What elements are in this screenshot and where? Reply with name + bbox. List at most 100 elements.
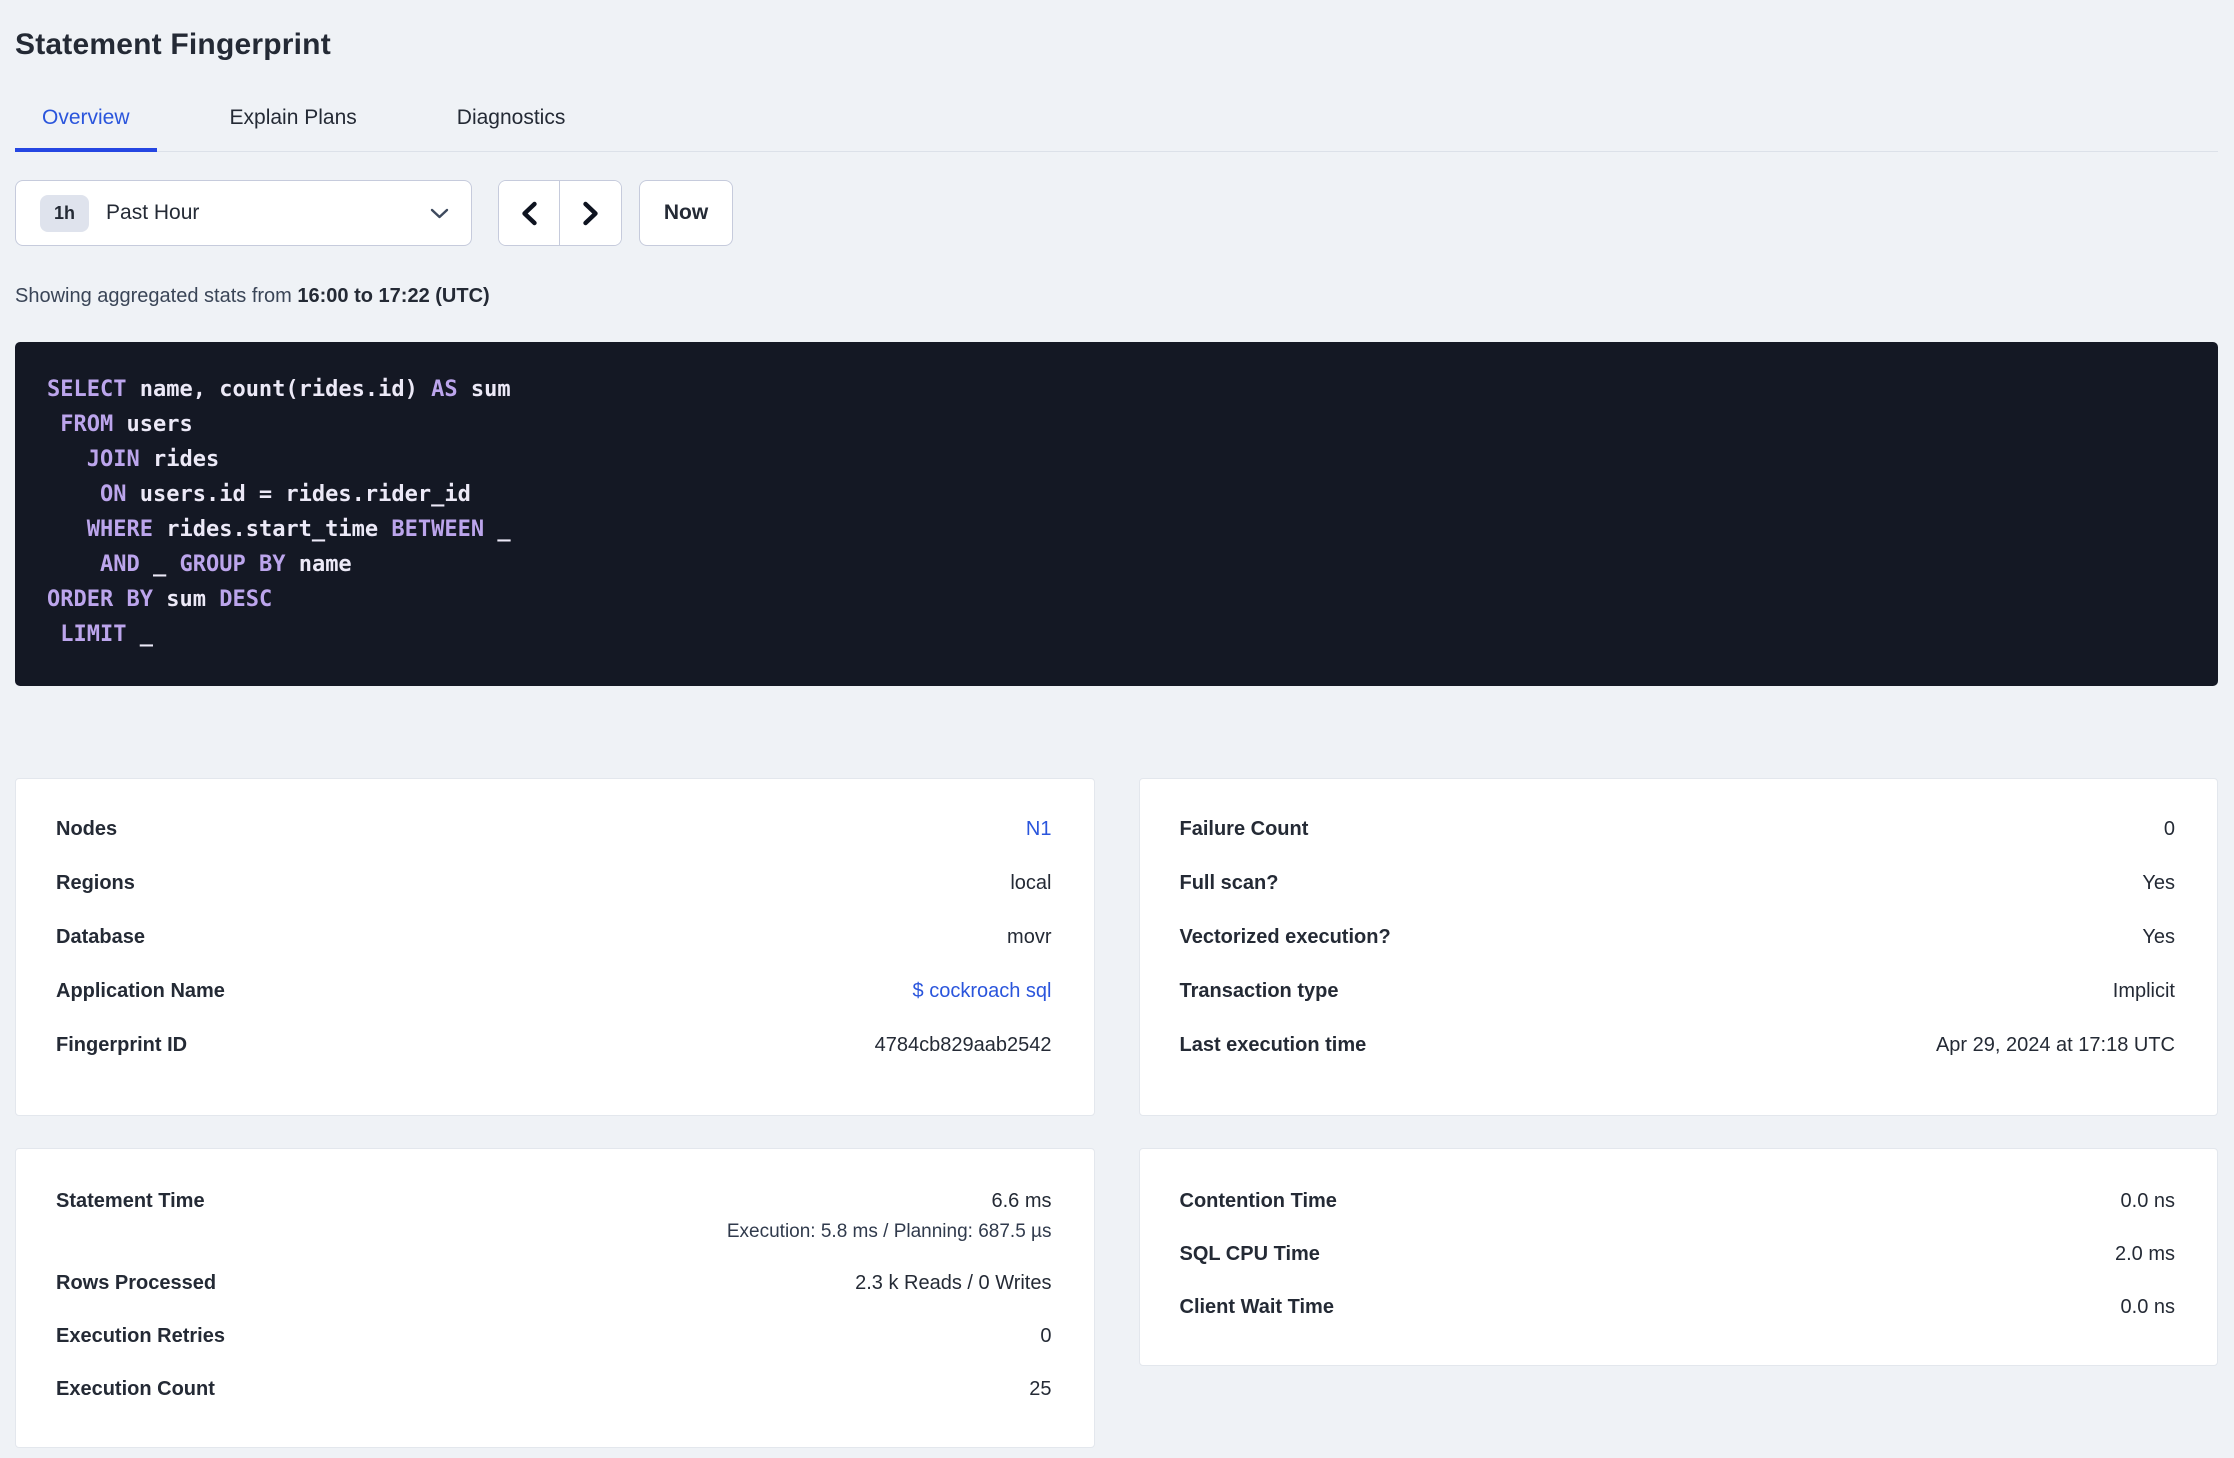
sql-text: _ [139, 552, 180, 577]
statement-details-card: Nodes N1 Regions local Database movr Applicati… [15, 778, 1095, 1116]
tab-bar: Overview Explain Plans Diagnostics [15, 106, 2218, 152]
regions-value-group: local [1010, 873, 1051, 894]
stat-row-failure-count: Failure Count 0 [1180, 819, 2176, 840]
statement-time-label: Statement Time [56, 1190, 205, 1212]
statement-timing-card: Statement Time 6.6 ms Execution: 5.8 ms / … [15, 1148, 1095, 1448]
contention-time-value-group: 0.0 ns [2121, 1191, 2175, 1212]
rows-processed-value-group: 2.3 k Reads / 0 Writes [855, 1273, 1051, 1294]
page-title: Statement Fingerprint [15, 28, 331, 61]
sql-line: LIMIT _ [47, 617, 2186, 652]
sql-keyword: GROUP BY [179, 552, 286, 577]
sql-line: JOIN rides [47, 442, 2186, 477]
client-wait-time-value-group: 0.0 ns [2121, 1297, 2175, 1318]
previous-range-button[interactable] [499, 181, 560, 245]
sql-line: SELECT name, count(rides.id) AS sum [47, 372, 2186, 407]
sql-line: ORDER BY sum DESC [47, 582, 2186, 617]
vectorized-execution-label: Vectorized execution? [1179, 926, 1391, 948]
now-button[interactable]: Now [639, 180, 733, 246]
sql-keyword: JOIN [86, 447, 140, 472]
transaction-type-label: Transaction type [1179, 980, 1339, 1002]
sql-cpu-time-value: 2.0 ms [2114, 1243, 2175, 1265]
execution-count-value: 25 [1029, 1378, 1052, 1400]
sql-keyword: ON [99, 482, 127, 507]
statement-fingerprint-page: Statement Fingerprint Overview Explain Pl… [0, 0, 2234, 1448]
fingerprint-id-value: 4784cb829aab2542 [874, 1034, 1052, 1056]
last-execution-time-value: Apr 29, 2024 at 17:18 UTC [1935, 1034, 2175, 1056]
client-wait-time-value: 0.0 ns [2120, 1296, 2175, 1318]
execution-retries-value: 0 [1040, 1325, 1052, 1347]
application-name-link[interactable]: $ cockroach sql [913, 981, 1052, 1002]
database-label: Database [56, 926, 145, 948]
full-scan-value-group: Yes [2142, 873, 2175, 894]
execution-retries-value-group: 0 [1040, 1326, 1051, 1347]
tab-diagnostics[interactable]: Diagnostics [430, 106, 593, 152]
sql-text: users [113, 412, 193, 437]
wait-times-card: Contention Time 0.0 ns SQL CPU Time 2.0 ms C… [1138, 1148, 2218, 1366]
full-scan-label: Full scan? [1179, 872, 1279, 894]
sql-text: sum [152, 587, 220, 612]
execution-count-value-group: 25 [1029, 1379, 1051, 1400]
fingerprint-id-label: Fingerprint ID [56, 1034, 188, 1056]
client-wait-time-label: Client Wait Time [1179, 1296, 1334, 1318]
sql-text: name [285, 552, 352, 577]
sql-text: name, count(rides.id) [126, 377, 432, 402]
time-range-arrows [498, 180, 622, 246]
sql-text: _ [484, 517, 511, 542]
aggregated-stats-range: 16:00 to 17:22 (UTC) [297, 285, 490, 307]
statement-time-value: 6.6 ms [991, 1190, 1052, 1212]
sql-cpu-time-value-group: 2.0 ms [2115, 1244, 2175, 1265]
stat-row-application-name: Application Name $ cockroach sql [56, 981, 1052, 1002]
last-execution-time-label: Last execution time [1179, 1034, 1367, 1056]
stat-row-contention-time: Contention Time 0.0 ns [1180, 1191, 2176, 1212]
vectorized-execution-value: Yes [2142, 926, 2175, 948]
failure-count-value: 0 [2163, 818, 2175, 840]
failure-count-value-group: 0 [2164, 819, 2175, 840]
rows-processed-value: 2.3 k Reads / 0 Writes [855, 1272, 1052, 1294]
stat-row-last-execution-time: Last execution time Apr 29, 2024 at 17:18… [1180, 1035, 2176, 1056]
aggregated-stats-prefix: Showing aggregated stats from [15, 285, 298, 307]
sql-line: WHERE rides.start_time BETWEEN _ [47, 512, 2186, 547]
next-range-button[interactable] [560, 181, 621, 245]
sql-statement: SELECT name, count(rides.id) AS sum FROM… [15, 342, 2218, 686]
execution-attributes-card: Failure Count 0 Full scan? Yes Vectorized ex… [1138, 778, 2218, 1116]
stat-row-fingerprint-id: Fingerprint ID 4784cb829aab2542 [56, 1035, 1052, 1056]
database-value-group: movr [1007, 927, 1051, 948]
sql-cpu-time-label: SQL CPU Time [1179, 1243, 1320, 1265]
nodes-link[interactable]: N1 [1026, 819, 1052, 840]
stat-row-statement-time: Statement Time 6.6 ms Execution: 5.8 ms / … [56, 1190, 1052, 1242]
tab-overview[interactable]: Overview [15, 106, 157, 152]
stat-row-full-scan: Full scan? Yes [1180, 873, 2176, 894]
stat-row-rows-processed: Rows Processed 2.3 k Reads / 0 Writes [56, 1273, 1052, 1294]
sql-keyword: ORDER BY [47, 587, 153, 612]
nodes-label: Nodes [56, 818, 118, 840]
tab-explain-plans[interactable]: Explain Plans [203, 106, 384, 152]
time-range-badge: 1h [40, 194, 90, 232]
rows-processed-label: Rows Processed [56, 1272, 217, 1294]
fingerprint-id-value-group: 4784cb829aab2542 [875, 1035, 1052, 1056]
stat-row-database: Database movr [56, 927, 1052, 948]
stat-row-regions: Regions local [56, 873, 1052, 894]
regions-label: Regions [56, 872, 135, 894]
failure-count-label: Failure Count [1179, 818, 1309, 840]
sql-keyword: AND [99, 552, 140, 577]
sql-keyword: WHERE [86, 517, 153, 542]
stat-row-execution-count: Execution Count 25 [56, 1379, 1052, 1400]
database-value: movr [1007, 926, 1052, 948]
stat-row-client-wait-time: Client Wait Time 0.0 ns [1180, 1297, 2176, 1318]
vectorized-execution-value-group: Yes [2142, 927, 2175, 948]
execution-count-label: Execution Count [56, 1378, 215, 1400]
stat-row-execution-retries: Execution Retries 0 [56, 1326, 1052, 1347]
sql-text: _ [126, 622, 153, 647]
sql-keyword: DESC [219, 587, 273, 612]
sql-keyword: LIMIT [60, 622, 127, 647]
sql-line: ON users.id = rides.rider_id [47, 477, 2186, 512]
chevron-right-icon [583, 201, 598, 225]
time-range-dropdown[interactable]: 1h Past Hour [15, 180, 472, 246]
sql-text: sum [457, 377, 511, 402]
